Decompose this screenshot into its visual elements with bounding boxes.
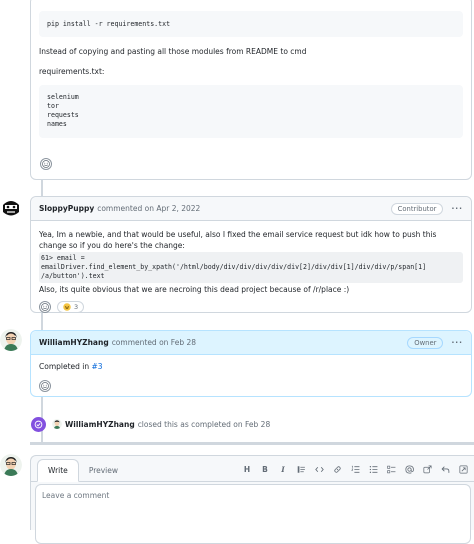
laugh-emoji-icon xyxy=(63,303,71,311)
comment: SloppyPuppy commented on Apr 2, 2022 Con… xyxy=(30,196,472,313)
reaction-count: 3 xyxy=(74,302,79,311)
undo-icon[interactable] xyxy=(440,464,450,474)
smiley-icon xyxy=(41,303,49,311)
smiley-icon xyxy=(42,160,50,168)
comment-text: Also, its quite obvious that we are necr… xyxy=(39,285,350,294)
add-reaction-button[interactable] xyxy=(39,380,51,392)
ordered-list-icon[interactable] xyxy=(350,464,360,474)
avatar-image xyxy=(0,454,22,476)
reactions-bar: 3 xyxy=(39,301,463,313)
timeline-divider xyxy=(30,442,474,445)
reactions-bar xyxy=(39,380,463,392)
event-author[interactable]: WilliamHYZhang xyxy=(65,420,135,429)
event-description: closed this as completed on Feb 28 xyxy=(137,419,271,429)
paragraph: requirements.txt: xyxy=(39,67,105,76)
paragraph: Instead of copying and pasting all those… xyxy=(39,47,307,56)
reference-icon[interactable] xyxy=(422,464,432,474)
task-list-icon[interactable] xyxy=(386,464,396,474)
tab-preview[interactable]: Preview xyxy=(79,460,128,481)
code-icon[interactable] xyxy=(314,464,324,474)
code-line: 61> email = emailDriver.find_element_by_… xyxy=(41,254,427,271)
add-reaction-button[interactable] xyxy=(40,158,52,170)
comment-author[interactable]: WilliamHYZhang xyxy=(39,338,109,347)
quote-icon[interactable] xyxy=(296,464,306,474)
comment-text: Completed in #3 xyxy=(39,361,463,372)
code-line: names xyxy=(47,120,67,128)
avatar[interactable] xyxy=(0,197,22,219)
comment-text-prefix: Completed in xyxy=(39,362,92,371)
code-line: selenium xyxy=(47,93,79,101)
closed-completed-icon xyxy=(31,416,46,432)
avatar[interactable] xyxy=(0,329,22,351)
comment-text: Yea, Im a newbie, and that would be usef… xyxy=(39,230,437,250)
italic-icon[interactable]: I xyxy=(278,464,288,474)
comment-editor: Write Preview H B I Leave a comment xyxy=(30,455,474,544)
comment-options-button[interactable]: ··· xyxy=(451,338,463,347)
comment-textarea[interactable]: Leave a comment xyxy=(35,484,471,544)
comment-body: Completed in #3 xyxy=(31,355,471,400)
heading-icon[interactable]: H xyxy=(242,464,252,474)
code-block: pip install -r requirements.txt xyxy=(39,11,463,37)
link-icon[interactable] xyxy=(332,464,342,474)
comment-card: pip install -r requirements.txt Instead … xyxy=(30,0,472,180)
code-block: selenium tor requests names xyxy=(39,85,463,138)
avatar-image xyxy=(0,329,22,351)
timeline-event: WilliamHYZhang closed this as completed … xyxy=(31,416,270,432)
role-badge: Contributor xyxy=(390,202,444,215)
bold-icon[interactable]: B xyxy=(260,464,270,474)
code-line: tor xyxy=(47,102,59,110)
comment-timestamp[interactable]: commented on Feb 28 xyxy=(112,338,196,347)
unordered-list-icon[interactable] xyxy=(368,464,378,474)
markdown-toolbar: H B I xyxy=(242,464,468,474)
tab-write[interactable]: Write xyxy=(37,459,79,482)
issue-link[interactable]: #3 xyxy=(92,362,103,371)
comment-header: WilliamHYZhang commented on Feb 28 Owner… xyxy=(31,331,471,355)
comment-body: Yea, Im a newbie, and that would be usef… xyxy=(31,221,471,321)
fullscreen-icon[interactable] xyxy=(458,464,468,474)
avatar[interactable] xyxy=(0,454,22,476)
mini-avatar[interactable] xyxy=(52,419,62,429)
comment-timestamp[interactable]: commented on Apr 2, 2022 xyxy=(97,204,200,213)
role-badge: Owner xyxy=(407,336,444,349)
event-text: WilliamHYZhang closed this as completed … xyxy=(52,419,270,429)
avatar-image xyxy=(0,197,22,219)
code-line: /a/button').text xyxy=(41,272,105,280)
code-line: pip install -r requirements.txt xyxy=(47,20,171,28)
reaction-laugh[interactable]: 3 xyxy=(57,301,85,313)
comment-author[interactable]: SloppyPuppy xyxy=(39,204,94,213)
mention-icon[interactable] xyxy=(404,464,414,474)
inline-code: 61> email = emailDriver.find_element_by_… xyxy=(39,252,463,283)
smiley-icon xyxy=(41,382,49,390)
add-reaction-button[interactable] xyxy=(39,301,51,313)
comment: WilliamHYZhang commented on Feb 28 Owner… xyxy=(30,330,472,397)
comment-header: SloppyPuppy commented on Apr 2, 2022 Con… xyxy=(31,197,471,221)
comment-options-button[interactable]: ··· xyxy=(451,204,463,213)
code-line: requests xyxy=(47,111,79,119)
